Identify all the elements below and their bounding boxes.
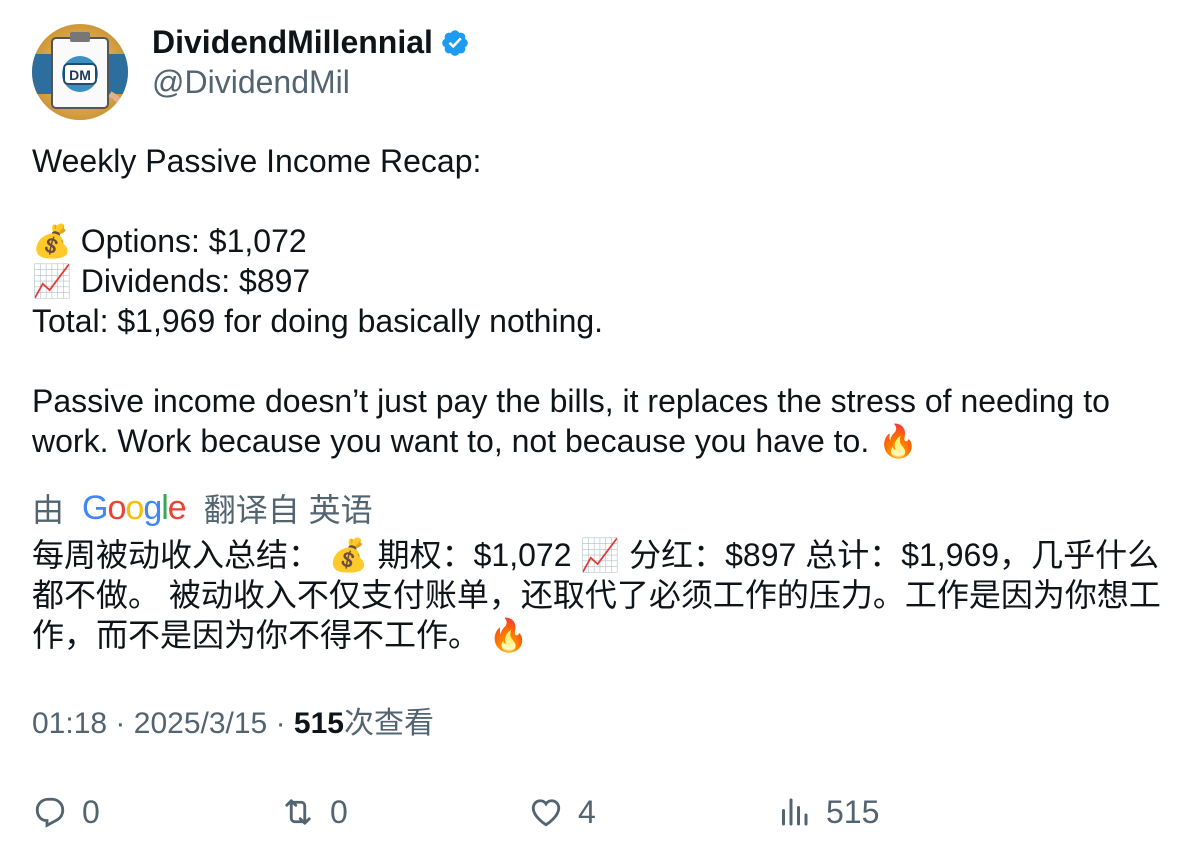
display-name[interactable]: DividendMillennial: [152, 22, 433, 62]
translated-text: 每周被动收入总结： 💰 期权：$1,072 📈 分红：$897 总计：$1,96…: [32, 537, 1161, 653]
analytics-icon: [782, 798, 808, 826]
translation-suffix: 翻译自 英语: [203, 492, 373, 528]
tweet-line: Weekly Passive Income Recap:: [32, 143, 482, 179]
tweet-date[interactable]: 2025/3/15: [134, 707, 267, 740]
google-logo: Google: [82, 488, 187, 527]
meta-separator: ·: [115, 707, 126, 740]
retweet-icon: [285, 799, 311, 825]
views-label: 次查看: [343, 707, 434, 740]
reply-count: 0: [82, 793, 100, 830]
retweet-count: 0: [330, 793, 348, 830]
retweet-button[interactable]: 0: [280, 790, 348, 834]
avatar[interactable]: DM: [32, 24, 128, 120]
action-bar: 0 0 4 515: [0, 790, 1196, 834]
views-button[interactable]: 515: [776, 790, 879, 834]
verified-badge-icon[interactable]: [440, 28, 470, 58]
like-count: 4: [578, 793, 596, 830]
views-count[interactable]: 515: [294, 707, 344, 740]
heart-icon: [531, 799, 561, 827]
tweet-line: Total: $1,969 for doing basically nothin…: [32, 303, 604, 339]
tweet-line: 💰 Options: $1,072: [32, 223, 307, 259]
user-handle[interactable]: @DividendMil: [152, 62, 350, 102]
views-action-count: 515: [826, 793, 880, 830]
translated-by-google[interactable]: 由 Google 翻译自 英语: [32, 486, 373, 530]
like-button[interactable]: 4: [528, 790, 596, 834]
tweet-line: Passive income doesn’t just pay the bill…: [32, 383, 1110, 459]
tweet-time[interactable]: 01:18: [32, 707, 107, 740]
tweet-line: 📈 Dividends: $897: [32, 263, 311, 299]
tweet-text: Weekly Passive Income Recap: 💰 Options: …: [32, 141, 1167, 461]
reply-icon: [35, 797, 65, 828]
tweet-card: DM DividendMillennial @DividendMil Weekl…: [0, 0, 1196, 858]
avatar-initials: DM: [69, 67, 91, 83]
tweet-meta: 01:18 · 2025/3/15 · 515次查看: [32, 704, 434, 744]
reply-button[interactable]: 0: [32, 790, 100, 834]
meta-separator: ·: [275, 707, 286, 740]
translation-prefix: 由: [32, 492, 65, 528]
